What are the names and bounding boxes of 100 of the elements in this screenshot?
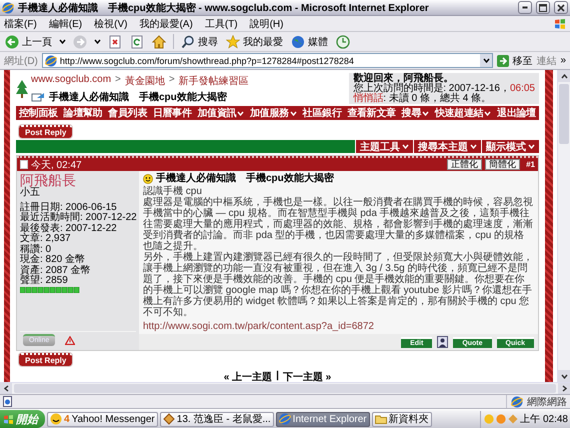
thread-tool-menu[interactable]: 搜尋本主題 [413,140,481,153]
post-title: 手機達人必備知識 手機cpu效能大揭密 [156,173,334,184]
nav-link[interactable]: 加值服務 [250,106,297,120]
nav-link[interactable]: 查看新文章 [347,106,396,120]
nav-link[interactable]: 會員列表 [108,106,148,120]
previous-thread-link[interactable]: « 上一主題 [224,370,272,382]
profile-icon[interactable] [437,336,448,348]
post-text: 處理器是電腦的中樞系統，手機也是一樣。以往一般消費者在購買手機的時候，容易忽視手機當中的心臟 — cpu 規格。而在智慧型手機與 pda 手機越來越普及之後，這類手機往往需要處理大量的應用程式，而處理器的效能、規格，都會影響到手機的處理速度，漸漸受到消費者的討論。而非 pda 型的手機，也因需要處理大量的多媒體檔案，cpu 的規格也隨之提升。 [143,197,534,252]
page-icon [44,54,57,66]
thread-tool-menu[interactable]: 主題工具 [355,140,413,153]
scroll-down-icon [560,374,568,378]
menu-item[interactable]: 我的最愛(A) [139,16,193,30]
breadcrumb-link[interactable]: 新手發帖練習區 [178,74,249,88]
go-button[interactable]: 移至 [497,54,532,68]
warning-icon[interactable] [65,336,76,344]
nav-link[interactable]: 加值資訊 [197,106,244,120]
menu-item[interactable]: 檢視(V) [94,16,128,30]
post-number-link[interactable]: #1 [526,160,535,169]
author-stat: 最近活動時間: 2007-12-22 [20,213,136,223]
search-button[interactable]: 搜尋 [180,34,219,50]
private-messages-link[interactable]: 悄悄話 [353,92,384,104]
scrollbar-thumb[interactable] [14,384,556,393]
taskbar-item[interactable]: 4 Yahoo! Messenger [47,412,158,426]
forward-icon [73,34,87,48]
convert-button[interactable]: 簡體化 [485,159,520,170]
refresh-button[interactable] [129,34,145,50]
author-name[interactable]: 阿飛船長 [20,173,136,188]
dropdown-caret-icon[interactable] [94,39,101,44]
dropdown-caret-icon[interactable] [59,39,66,44]
close-icon [557,4,565,12]
windows-flag-icon [3,414,14,424]
back-icon [5,34,19,48]
back-button[interactable]: 上一頁 [4,34,53,50]
scrollbar-thumb[interactable] [559,84,569,144]
maximize-button[interactable] [536,1,550,14]
nav-link[interactable]: 日曆事件 [152,106,192,120]
close-button[interactable] [554,1,568,14]
post-link[interactable]: http://www.sogi.com.tw/park/content.asp?a_id=6872 [143,321,534,332]
author-stat: 資產: 2087 金幣 [20,266,92,276]
nav-link[interactable]: 論壇幫助 [64,106,102,120]
breadcrumb-separator: > [115,74,121,86]
page-icon [3,396,12,407]
author-stat: 註冊日期: 2006-06-15 [20,202,118,212]
window-title: 手機達人必備知識 手機cpu效能大揭密 - www.sogclub.com - Microsoft Internet Explorer [18,2,430,14]
security-zone: 網際網路 [527,396,567,408]
history-button[interactable] [335,34,351,50]
nav-separator: | [276,370,279,382]
caret-icon [422,110,429,116]
favorites-button[interactable]: 我的最愛 [225,34,284,50]
breadcrumb-link[interactable]: 黃金園地 [124,74,165,88]
address-field[interactable]: http://www.sogclub.com/forum/showthread.php?p=1278284#post1278284 [42,53,494,68]
nav-link[interactable]: 控制面板 [19,106,58,120]
dropdown-caret-icon [482,58,490,63]
minimize-button[interactable] [518,1,532,14]
address-label: 網址(D) [4,54,38,68]
home-icon [152,34,166,48]
tree-icon [16,80,28,98]
refresh-icon [130,34,144,48]
search-icon [181,34,195,48]
media-button[interactable]: 媒體 [290,34,329,50]
menu-item[interactable]: 說明(H) [250,16,284,30]
taskbar-item[interactable]: 新資料夾 [372,412,432,426]
taskbar-item[interactable]: Internet Explorer [276,412,370,426]
post-date: 今天, 02:47 [31,158,82,172]
vertical-scrollbar[interactable] [557,70,570,382]
menu-item[interactable]: 檔案(F) [4,16,37,30]
thread-tool-menu[interactable]: 顯示模式 [481,140,539,153]
last-visit-time: 06:05 [510,82,535,94]
author-stat: 文章: 2,937 [20,234,72,244]
nav-link[interactable]: 退出論壇 [497,106,536,120]
minimize-icon [522,6,528,9]
post-text: 認識手機 cpu [143,186,203,197]
next-thread-link[interactable]: 下一主題 » [282,370,332,382]
post-reply-button[interactable]: Post Reply [19,125,72,138]
toolbar-overflow[interactable]: » [560,55,566,66]
caret-icon [290,110,297,116]
breadcrumb-link[interactable]: www.sogclub.com [31,74,112,88]
stop-icon [108,34,122,48]
scroll-up-icon[interactable] [560,74,568,78]
horizontal-scrollbar[interactable] [0,382,570,395]
taskbar-item[interactable]: 13. 范逸臣 - 老鼠愛... [160,412,274,426]
windows-flag-icon [554,18,566,30]
reputation-bar [20,286,80,292]
scroll-right-icon[interactable] [562,385,566,392]
menu-item[interactable]: 編輯(E) [48,16,82,30]
nav-link[interactable]: 社區銀行 [302,106,342,120]
post-reply-button[interactable]: Post Reply [19,353,72,366]
stop-button[interactable] [107,34,123,50]
folder-icon [374,413,387,425]
caret-icon [528,144,535,149]
menu-item[interactable]: 工具(T) [204,16,238,30]
home-button[interactable] [151,34,167,50]
convert-button[interactable]: 正體化 [447,159,482,170]
diamond-icon [162,413,175,425]
nav-link[interactable]: 搜尋 [402,106,429,120]
caret-icon [484,110,492,116]
scroll-left-icon[interactable] [4,385,8,392]
nav-link[interactable]: 快速超連結 [434,106,492,120]
history-icon [336,34,350,48]
caret-icon [402,144,409,149]
